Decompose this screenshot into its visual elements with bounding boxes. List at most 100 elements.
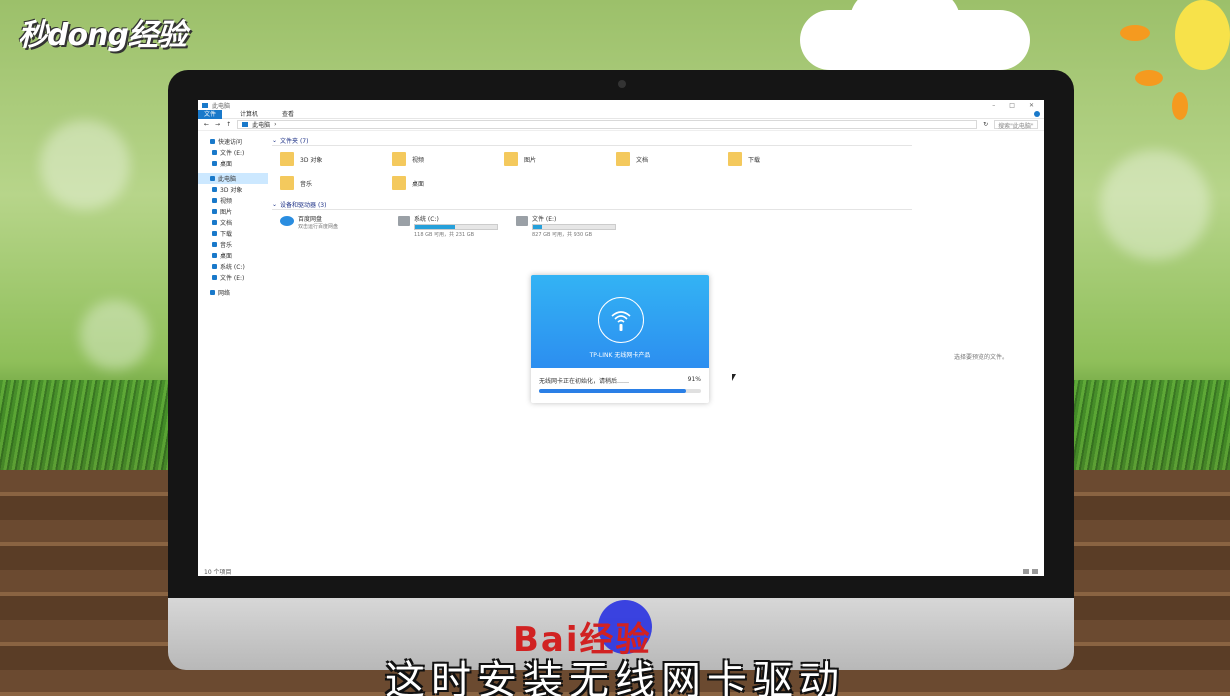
drive-icon (212, 275, 217, 280)
close-icon[interactable]: ✕ (1029, 102, 1034, 109)
address-path: 此电脑 (252, 122, 271, 129)
nav-item[interactable]: 视频 (198, 195, 268, 206)
refresh-icon[interactable]: ↻ (983, 121, 988, 128)
cloud (850, 0, 960, 50)
folder-item[interactable]: 视频 (392, 150, 504, 168)
drive-icon (398, 216, 410, 226)
bokeh-light (1100, 150, 1210, 260)
tab-computer[interactable]: 计算机 (234, 110, 264, 119)
address-bar[interactable]: 此电脑 › (237, 120, 978, 129)
drive-icon (212, 264, 217, 269)
device-name: 系统 (C:) (414, 216, 439, 223)
folder-item[interactable]: 文档 (616, 150, 728, 168)
installer-status-row: 无线网卡正在初始化，请稍后…… 91% (531, 368, 709, 385)
device-detail: 双击运行百度网盘 (298, 224, 339, 230)
sun-icon (1172, 92, 1188, 120)
folder-item[interactable]: 3D 对象 (280, 150, 392, 168)
nav-label: 文档 (220, 220, 233, 227)
nav-item[interactable]: 桌面 (198, 158, 268, 169)
nav-network[interactable]: 网络 (198, 287, 268, 298)
mouse-cursor-icon (732, 374, 736, 381)
device-name: 文件 (E:) (532, 216, 557, 223)
folder-icon (392, 176, 406, 190)
nav-item[interactable]: 下载 (198, 228, 268, 239)
installer-progress-fill (539, 389, 687, 393)
folder-label: 3D 对象 (300, 156, 323, 164)
device-detail: 118 GB 可用，共 231 GB (414, 232, 475, 238)
device-item[interactable]: 系统 (C:) 118 GB 可用，共 231 GB (398, 214, 498, 238)
folder-item[interactable]: 图片 (504, 150, 616, 168)
bokeh-light (80, 300, 150, 370)
folder-icon (392, 152, 406, 166)
chevron-down-icon: ⌄ (272, 201, 278, 208)
title-bar: 此电脑 – □ ✕ (198, 100, 1044, 110)
folders-section-header[interactable]: ⌄ 文件夹 (7) (272, 136, 912, 146)
product-name: TP-LINK 无线网卡产品 (589, 352, 651, 359)
maximize-icon[interactable]: □ (1009, 102, 1015, 109)
nav-item[interactable]: 3D 对象 (198, 184, 268, 195)
search-input[interactable]: 搜索"此电脑" (994, 120, 1038, 130)
nav-item[interactable]: 文件 (E:) (198, 272, 268, 283)
up-icon[interactable]: ↑ (226, 121, 231, 128)
sun-icon (1135, 70, 1163, 86)
installer-percent: 91% (687, 376, 701, 383)
nav-this-pc[interactable]: 此电脑 (198, 173, 268, 184)
navigation-pane: 快速访问 文件 (E:) 桌面 此电脑 3D 对象 视频 图片 文档 下载 音乐… (198, 132, 268, 566)
window-controls: – □ ✕ (992, 102, 1040, 109)
device-item[interactable]: 百度网盘 双击运行百度网盘 (280, 214, 380, 238)
nav-quick-access[interactable]: 快速访问 (198, 136, 268, 147)
chevron-down-icon: ⌄ (272, 137, 278, 144)
back-icon[interactable]: ← (204, 121, 209, 128)
camera-icon (618, 80, 626, 88)
help-icon[interactable] (1034, 111, 1040, 117)
folder-icon (504, 152, 518, 166)
tab-file[interactable]: 文件 (198, 109, 223, 119)
address-row: ← → ↑ 此电脑 › ↻ 搜索"此电脑" (198, 119, 1044, 131)
bokeh-light (40, 120, 130, 210)
icons-view-icon[interactable] (1032, 568, 1038, 574)
devices-section-header[interactable]: ⌄ 设备和驱动器 (3) (272, 200, 912, 210)
nav-item[interactable]: 桌面 (198, 250, 268, 261)
cloud-drive-icon (280, 216, 294, 226)
nav-label: 音乐 (220, 242, 233, 249)
window-title: 此电脑 (212, 102, 231, 110)
device-item[interactable]: 文件 (E:) 827 GB 可用，共 930 GB (516, 214, 616, 238)
tab-view[interactable]: 查看 (276, 110, 300, 119)
folder-item[interactable]: 下载 (728, 150, 840, 168)
folder-item[interactable]: 桌面 (392, 174, 504, 192)
nav-label: 下载 (220, 231, 233, 238)
wifi-icon (598, 297, 644, 343)
window-icon (202, 102, 208, 108)
nav-item[interactable]: 系统 (C:) (198, 261, 268, 272)
folder-item[interactable]: 音乐 (280, 174, 392, 192)
nav-item[interactable]: 文档 (198, 217, 268, 228)
nav-label: 文件 (E:) (220, 275, 245, 282)
nav-label: 桌面 (220, 161, 233, 168)
nav-item[interactable]: 图片 (198, 206, 268, 217)
watermark-logo: 秒dong经验 (18, 18, 187, 53)
forward-icon[interactable]: → (215, 121, 220, 128)
nav-label: 此电脑 (218, 176, 237, 183)
music-icon (212, 242, 217, 247)
nav-item[interactable]: 音乐 (198, 239, 268, 250)
pc-icon (242, 122, 249, 127)
monitor: Bai经验 此电脑 – □ ✕ 文件 计算机 查看 ← → ↑ 此电脑 › ↻ … (168, 70, 1074, 670)
installer-header: TP-LINK 无线网卡产品 (531, 275, 709, 368)
nav-label: 文件 (E:) (220, 150, 245, 157)
sun-icon (1175, 0, 1230, 70)
folder-label: 图片 (524, 156, 537, 164)
document-icon (212, 220, 217, 225)
drive-usage-fill (415, 225, 456, 229)
video-icon (212, 198, 217, 203)
cube-icon (212, 187, 217, 192)
folder-label: 下载 (748, 156, 761, 164)
nav-label: 桌面 (220, 253, 233, 260)
installer-progress-bar (539, 389, 701, 393)
details-view-icon[interactable] (1023, 568, 1029, 574)
drive-icon (516, 216, 528, 226)
minimize-icon[interactable]: – (992, 102, 995, 109)
screen: 此电脑 – □ ✕ 文件 计算机 查看 ← → ↑ 此电脑 › ↻ 搜索"此电脑… (198, 100, 1044, 576)
nav-item[interactable]: 文件 (E:) (198, 147, 268, 158)
star-icon (210, 139, 215, 144)
folder-label: 桌面 (412, 180, 425, 188)
